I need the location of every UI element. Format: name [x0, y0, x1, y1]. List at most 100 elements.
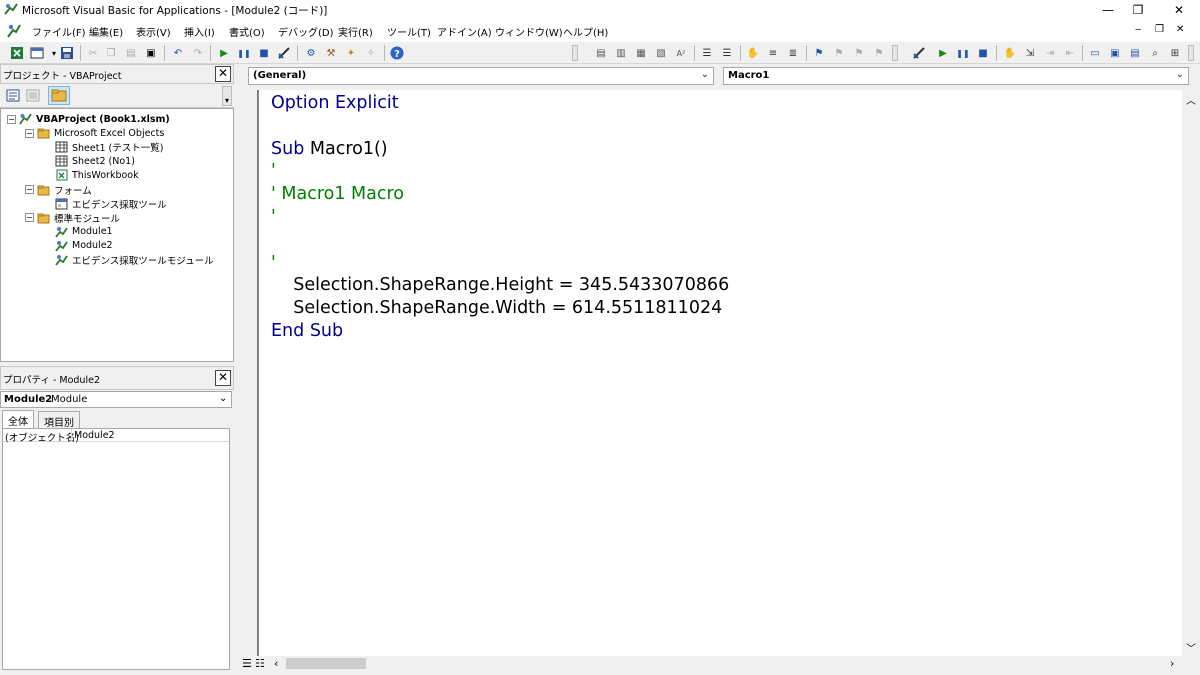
vertical-scrollbar[interactable]: ︿ ﹀ — [1182, 90, 1200, 658]
find-icon[interactable]: ▣ — [144, 46, 158, 60]
toggle-breakpoint-icon-2[interactable]: ✋ — [1003, 46, 1017, 60]
mdi-minimize-icon[interactable]: ‒ — [1135, 24, 1141, 35]
code-editor[interactable]: Option Explicit Sub Macro1() ' ' Macro1 Mac… — [258, 90, 1182, 656]
help-icon[interactable]: ? — [390, 46, 404, 60]
tree-item[interactable]: エビデンス採取ツール — [43, 197, 167, 211]
tree-item[interactable]: Sheet1 (テスト一覧) — [43, 140, 163, 154]
property-row[interactable]: (オブジェクト名) Module2 — [3, 429, 229, 444]
tab-alphabetic[interactable]: 全体 — [2, 410, 34, 428]
dropdown-arrow-icon[interactable]: ▾ — [47, 46, 61, 60]
collapse-icon[interactable]: − — [25, 213, 34, 223]
step-over-icon[interactable]: ⇥ — [1043, 46, 1057, 60]
call-stack-icon[interactable]: ⊞ — [1168, 46, 1182, 60]
step-out-icon[interactable]: ⇤ — [1063, 46, 1077, 60]
list-constants-icon[interactable]: ▥ — [614, 46, 628, 60]
tree-item[interactable]: Module1 — [43, 225, 113, 239]
paste-icon[interactable]: ▤ — [124, 46, 138, 60]
code-line[interactable]: Selection.ShapeRange.Height = 345.543307… — [271, 275, 729, 295]
toolbox-icon[interactable]: ✧ — [364, 46, 378, 60]
menu-edit[interactable]: 編集(E) — [89, 24, 123, 39]
restore-button[interactable]: ❐ — [1117, 0, 1159, 20]
tree-item[interactable]: − フォーム — [25, 183, 92, 197]
project-pane-close-icon[interactable]: ✕ — [215, 66, 231, 82]
toggle-bookmark-icon[interactable]: ⚑ — [812, 46, 826, 60]
procedure-view-icon[interactable]: ☰ — [242, 657, 252, 670]
insert-userform-icon[interactable] — [30, 46, 44, 60]
copy-icon[interactable]: ❐ — [104, 46, 118, 60]
menu-addins[interactable]: アドイン(A) — [437, 24, 492, 39]
outdent-icon[interactable]: ☰ — [700, 46, 714, 60]
code-line[interactable]: Selection.ShapeRange.Width = 614.5511811… — [271, 298, 722, 318]
comment-block-icon[interactable]: ≡ — [766, 46, 780, 60]
tab-categorized[interactable]: 項目別 — [38, 411, 80, 429]
view-code-icon[interactable] — [6, 89, 20, 102]
design-mode-icon[interactable] — [277, 46, 291, 60]
mdi-close-icon[interactable]: ✕ — [1176, 24, 1184, 35]
break-icon[interactable]: ❚❚ — [237, 46, 251, 60]
code-line[interactable]: Sub Macro1() — [271, 139, 388, 159]
horizontal-scroll-thumb[interactable] — [286, 658, 366, 669]
toolbar-grip-handle[interactable] — [572, 45, 578, 61]
previous-bookmark-icon[interactable]: ⚑ — [852, 46, 866, 60]
indent-icon[interactable]: ☰ — [720, 46, 734, 60]
menu-insert[interactable]: 挿入(I) — [184, 24, 215, 39]
scroll-right-icon[interactable]: › — [1170, 657, 1174, 670]
scroll-left-icon[interactable]: ‹ — [274, 657, 278, 670]
step-into-icon[interactable]: ⇲ — [1023, 46, 1037, 60]
code-line[interactable]: ' — [271, 207, 276, 227]
tree-item[interactable]: Sheet2 (No1) — [43, 154, 135, 168]
vba-menu-icon[interactable] — [6, 23, 22, 39]
menu-run[interactable]: 実行(R) — [338, 24, 373, 39]
locals-window-icon[interactable]: ▭ — [1088, 46, 1102, 60]
scroll-down-icon[interactable]: ﹀ — [1186, 640, 1196, 655]
list-properties-icon[interactable]: ▤ — [594, 46, 608, 60]
tree-item[interactable]: ThisWorkbook — [43, 168, 139, 182]
reset-icon[interactable]: ■ — [257, 46, 271, 60]
collapse-icon[interactable]: − — [25, 128, 34, 138]
watch-window-icon[interactable]: ▤ — [1128, 46, 1142, 60]
collapse-icon[interactable]: − — [25, 185, 34, 194]
toggle-folders-button[interactable] — [48, 86, 70, 105]
uncomment-block-icon[interactable]: ≣ — [786, 46, 800, 60]
close-button[interactable]: ✕ — [1158, 0, 1200, 20]
object-combo[interactable]: (General) ⌄ — [248, 67, 714, 85]
cut-icon[interactable]: ✂ — [86, 46, 100, 60]
mdi-restore-icon[interactable]: ❐ — [1155, 24, 1164, 35]
run-icon-2[interactable]: ▶ — [936, 46, 950, 60]
code-line[interactable]: ' — [271, 161, 276, 181]
menu-view[interactable]: 表示(V) — [136, 24, 171, 39]
properties-window-icon[interactable]: ⚒ — [324, 46, 338, 60]
object-browser-icon[interactable]: ✦ — [344, 46, 358, 60]
property-value[interactable]: Module2 — [74, 430, 115, 441]
project-toolbar-overflow[interactable]: ▾ — [222, 86, 232, 106]
tree-item[interactable]: − 標準モジュール — [25, 211, 120, 225]
run-icon[interactable]: ▶ — [217, 46, 231, 60]
code-line[interactable]: ' Macro1 Macro — [271, 184, 404, 204]
toolbar-grip-handle-2[interactable] — [892, 45, 898, 61]
menu-debug[interactable]: デバッグ(D) — [278, 24, 334, 39]
complete-word-icon[interactable]: A² — [674, 46, 688, 60]
tree-item[interactable]: エビデンス採取ツールモジュール — [43, 253, 214, 267]
horizontal-scrollbar[interactable]: ‹ › — [258, 656, 1182, 672]
toolbar-grip-handle-3[interactable] — [1188, 45, 1194, 61]
menu-window[interactable]: ウィンドウ(W) — [495, 24, 563, 39]
quick-info-icon[interactable]: ▦ — [634, 46, 648, 60]
quick-watch-icon[interactable]: ⌕ — [1148, 46, 1162, 60]
undo-icon[interactable]: ↶ — [171, 46, 185, 60]
reset-icon-2[interactable]: ■ — [976, 46, 990, 60]
redo-icon[interactable]: ↷ — [191, 46, 205, 60]
code-line[interactable]: End Sub — [271, 321, 343, 341]
break-icon-2[interactable]: ❚❚ — [956, 46, 970, 60]
design-mode-icon-2[interactable] — [912, 46, 926, 60]
clear-bookmarks-icon[interactable]: ⚑ — [872, 46, 886, 60]
project-explorer-icon[interactable]: ⚙ — [304, 46, 318, 60]
code-margin[interactable] — [240, 90, 258, 656]
collapse-icon[interactable]: − — [7, 114, 16, 124]
next-bookmark-icon[interactable]: ⚑ — [832, 46, 846, 60]
tree-item[interactable]: Module2 — [43, 239, 113, 253]
parameter-info-icon[interactable]: ▧ — [654, 46, 668, 60]
tree-item[interactable]: − VBAProject (Book1.xlsm) — [7, 112, 170, 126]
menu-help[interactable]: ヘルプ(H) — [563, 24, 608, 39]
view-object-icon[interactable] — [26, 89, 40, 102]
code-line[interactable]: Option Explicit — [271, 93, 399, 113]
